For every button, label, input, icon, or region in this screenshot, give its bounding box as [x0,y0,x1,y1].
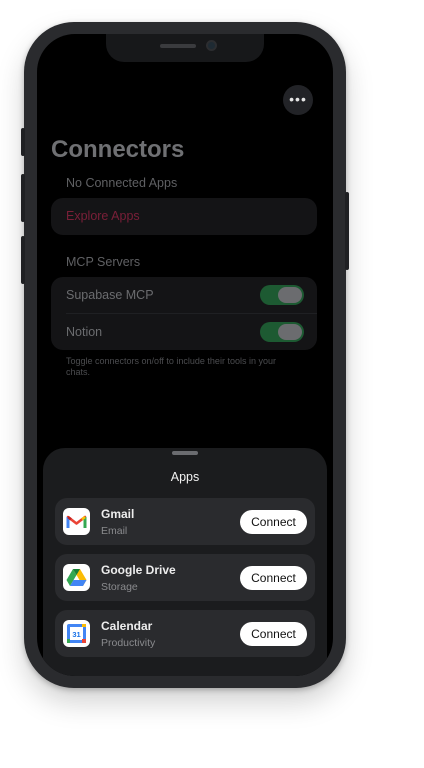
more-options-button[interactable]: ••• [283,85,313,115]
explore-apps-row[interactable]: Explore Apps [51,198,317,235]
connect-gmail-button[interactable]: Connect [240,510,307,534]
notion-toggle[interactable] [260,322,304,342]
mcp-footnote: Toggle connectors on/off to include thei… [66,356,276,377]
phone-frame: ••• Connectors No Connected Apps Explore… [21,22,349,688]
explore-apps-link[interactable]: Explore Apps [66,209,140,223]
app-card-google-drive: Google Drive Storage Connect [55,554,315,601]
app-name: Gmail [101,507,135,521]
camera [206,40,217,51]
google-calendar-icon: 31 [63,620,90,647]
mcp-server-name: Supabase MCP [66,288,154,302]
toggle-knob [278,324,302,340]
app-name: Calendar [101,619,153,633]
app-category: Storage [101,581,138,593]
sheet-title: Apps [170,470,200,484]
mcp-servers-label: MCP Servers [66,255,141,269]
app-card-calendar: 31 Calendar Productivity Connect [55,610,315,657]
connect-google-drive-button[interactable]: Connect [240,566,307,590]
connect-calendar-button[interactable]: Connect [240,622,307,646]
screen: ••• Connectors No Connected Apps Explore… [37,34,333,676]
sheet-grabber[interactable] [172,451,198,455]
gmail-icon [63,508,90,535]
mcp-server-row: Notion [51,314,317,350]
connected-apps-label: No Connected Apps [66,176,178,190]
side-button-left-3 [21,236,25,284]
app-category: Email [101,525,128,537]
google-drive-icon [63,564,90,591]
side-button-right [345,192,349,270]
speaker [160,44,196,48]
mcp-server-name: Notion [66,325,103,339]
calendar-date-text: 31 [72,630,80,639]
app-name: Google Drive [101,563,176,577]
side-button-left-1 [21,128,25,156]
supabase-mcp-toggle[interactable] [260,285,304,305]
toggle-knob [278,287,302,303]
apps-bottom-sheet: Apps Gmail Email Connect Google Drive St… [43,448,327,676]
mcp-server-row: Supabase MCP [51,277,317,314]
mcp-servers-list: Supabase MCP Notion [51,277,317,350]
page-title: Connectors [51,136,185,163]
side-button-left-2 [21,174,25,222]
app-card-gmail: Gmail Email Connect [55,498,315,545]
notch [106,34,264,62]
app-category: Productivity [101,637,156,649]
ellipsis-icon: ••• [289,91,307,107]
